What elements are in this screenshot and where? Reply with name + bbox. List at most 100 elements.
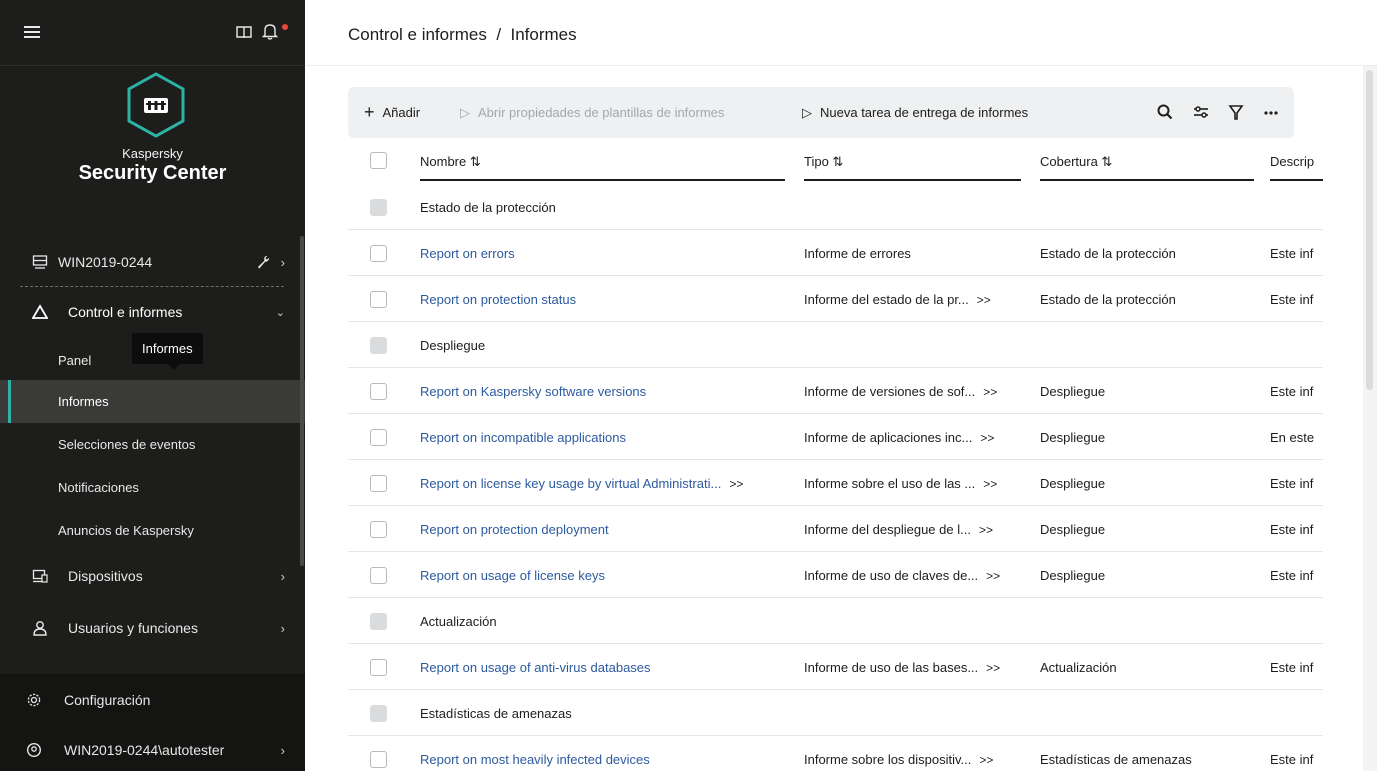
filter-icon[interactable] bbox=[1227, 103, 1245, 121]
new-delivery-task-button[interactable]: ▷ Nueva tarea de entrega de informes bbox=[802, 87, 1028, 138]
expand-more-link[interactable]: >> bbox=[980, 431, 994, 445]
coverage-cell: Estado de la protección bbox=[1040, 246, 1176, 261]
table-row[interactable]: Report on most heavily infected devices I… bbox=[348, 736, 1323, 771]
report-name-link[interactable]: Report on errors bbox=[420, 246, 515, 261]
cell-text: Actualización bbox=[420, 614, 497, 629]
expand-more-link[interactable]: >> bbox=[979, 523, 993, 537]
row-checkbox[interactable] bbox=[370, 337, 387, 354]
column-header-description[interactable]: Descrip bbox=[1270, 154, 1323, 169]
row-checkbox[interactable] bbox=[370, 613, 387, 630]
column-underline bbox=[1040, 179, 1254, 181]
row-checkbox[interactable] bbox=[370, 383, 387, 400]
play-icon: ▷ bbox=[802, 104, 812, 120]
sidebar-item-devices[interactable]: Dispositivos › bbox=[0, 554, 305, 598]
row-checkbox[interactable] bbox=[370, 429, 387, 446]
settings-sliders-icon[interactable] bbox=[1192, 103, 1210, 121]
report-name-link[interactable]: Report on Kaspersky software versions bbox=[420, 384, 646, 399]
bell-icon[interactable] bbox=[262, 22, 278, 40]
table-group-row[interactable]: Estadísticas de amenazas bbox=[348, 690, 1323, 736]
description-cell: En este bbox=[1270, 430, 1315, 445]
expand-more-link[interactable]: >> bbox=[729, 477, 743, 491]
description-cell: Este inf bbox=[1270, 384, 1314, 399]
table-row[interactable]: Report on errors Informe de errores Estado… bbox=[348, 230, 1323, 276]
table-group-row[interactable]: Actualización bbox=[348, 598, 1323, 644]
row-checkbox[interactable] bbox=[370, 199, 387, 216]
sidebar-scrollbar[interactable] bbox=[300, 236, 304, 566]
cell-text: Report on errors bbox=[420, 246, 515, 261]
expand-more-link[interactable]: >> bbox=[979, 753, 993, 767]
sidebar-item-notifications[interactable]: Notificaciones bbox=[0, 466, 305, 509]
menu-icon[interactable] bbox=[24, 26, 40, 38]
book-icon[interactable] bbox=[236, 24, 252, 40]
expand-more-link[interactable]: >> bbox=[986, 569, 1000, 583]
scrollbar-thumb[interactable] bbox=[1366, 70, 1373, 390]
sidebar-item-event-selections[interactable]: Selecciones de eventos bbox=[0, 423, 305, 466]
report-type-cell: Informe del estado de la pr... >> bbox=[804, 292, 991, 307]
row-checkbox[interactable] bbox=[370, 521, 387, 538]
cell-text: Report on Kaspersky software versions bbox=[420, 384, 647, 399]
table-row[interactable]: Report on usage of license keys Informe d… bbox=[348, 552, 1323, 598]
expand-more-link[interactable]: >> bbox=[986, 661, 1000, 675]
user-icon bbox=[33, 621, 47, 636]
table-group-row[interactable]: Despliegue bbox=[348, 322, 1323, 368]
sidebar-item-kaspersky-announcements[interactable]: Anuncios de Kaspersky bbox=[0, 509, 305, 552]
sidebar-item-account[interactable]: WIN2019-0244\autotester › bbox=[0, 730, 305, 770]
table-row[interactable]: Report on incompatible applications Infor… bbox=[348, 414, 1323, 460]
group-label: Estadísticas de amenazas bbox=[420, 706, 572, 721]
sidebar-item-settings[interactable]: Configuración bbox=[0, 680, 305, 720]
sidebar-item-reports[interactable]: Informes bbox=[0, 380, 305, 423]
report-name-link[interactable]: Report on usage of anti-virus databases bbox=[420, 660, 651, 675]
table-row[interactable]: Report on usage of anti-virus databases I… bbox=[348, 644, 1323, 690]
report-name-link[interactable]: Report on usage of license keys bbox=[420, 568, 605, 583]
report-name-link[interactable]: Report on protection deployment bbox=[420, 522, 609, 537]
row-checkbox[interactable] bbox=[370, 245, 387, 262]
expand-more-link[interactable]: >> bbox=[983, 477, 997, 491]
table-row[interactable]: Report on protection status Informe del e… bbox=[348, 276, 1323, 322]
expand-more-link[interactable]: >> bbox=[977, 293, 991, 307]
sidebar-item-server[interactable]: WIN2019-0244 › bbox=[0, 240, 305, 284]
cell-text: Estado de la protección bbox=[420, 200, 556, 215]
column-header-coverage[interactable]: Cobertura ⇅ bbox=[1040, 154, 1112, 170]
add-button[interactable]: + Añadir bbox=[364, 87, 420, 138]
cell-text: Informe del estado de la pr... bbox=[804, 292, 969, 307]
main-content: Control e informes / Informes + Añadir ▷… bbox=[305, 0, 1377, 771]
row-checkbox[interactable] bbox=[370, 567, 387, 584]
description-cell: Este inf bbox=[1270, 568, 1314, 583]
row-checkbox[interactable] bbox=[370, 659, 387, 676]
description-cell: Este inf bbox=[1270, 660, 1314, 675]
report-name-link[interactable]: Report on license key usage by virtual A… bbox=[420, 476, 743, 491]
description-cell: Este inf bbox=[1270, 752, 1314, 767]
report-name-link[interactable]: Report on protection status bbox=[420, 292, 576, 307]
sidebar-footer: Configuración WIN2019-0244\autotester › bbox=[0, 674, 305, 771]
table-row[interactable]: Report on protection deployment Informe d… bbox=[348, 506, 1323, 552]
table-group-row[interactable]: Estado de la protección bbox=[348, 184, 1323, 230]
row-checkbox[interactable] bbox=[370, 705, 387, 722]
select-all-checkbox[interactable] bbox=[370, 152, 387, 169]
report-name-link[interactable]: Report on most heavily infected devices bbox=[420, 752, 650, 767]
expand-more-link[interactable]: >> bbox=[983, 385, 997, 399]
row-checkbox[interactable] bbox=[370, 751, 387, 768]
sidebar-item-label: Dispositivos bbox=[68, 568, 143, 584]
gear-icon bbox=[27, 693, 41, 707]
sidebar-item-label: Selecciones de eventos bbox=[58, 437, 196, 452]
table-row[interactable]: Report on license key usage by virtual A… bbox=[348, 460, 1323, 506]
open-template-properties-button[interactable]: ▷ Abrir propiedades de plantillas de inf… bbox=[460, 87, 724, 138]
report-type-cell: Informe sobre el uso de las ... >> bbox=[804, 476, 997, 491]
column-underline bbox=[804, 179, 1021, 181]
column-header-name[interactable]: Nombre ⇅ bbox=[420, 154, 481, 170]
row-checkbox[interactable] bbox=[370, 291, 387, 308]
search-icon[interactable] bbox=[1156, 103, 1174, 121]
cell-text: Report on usage of license keys bbox=[420, 568, 605, 583]
wrench-icon[interactable] bbox=[256, 254, 271, 269]
page-scrollbar[interactable] bbox=[1363, 66, 1377, 771]
coverage-cell: Estado de la protección bbox=[1040, 292, 1176, 307]
sidebar-item-users-roles[interactable]: Usuarios y funciones › bbox=[0, 606, 305, 650]
more-options-icon[interactable] bbox=[1262, 103, 1280, 121]
play-icon: ▷ bbox=[460, 104, 470, 120]
row-checkbox[interactable] bbox=[370, 475, 387, 492]
column-header-type[interactable]: Tipo ⇅ bbox=[804, 154, 843, 170]
description-cell: Este inf bbox=[1270, 476, 1314, 491]
report-name-link[interactable]: Report on incompatible applications bbox=[420, 430, 626, 445]
sidebar-item-control-reports[interactable]: Control e informes ⌄ bbox=[0, 290, 305, 334]
table-row[interactable]: Report on Kaspersky software versions Inf… bbox=[348, 368, 1323, 414]
